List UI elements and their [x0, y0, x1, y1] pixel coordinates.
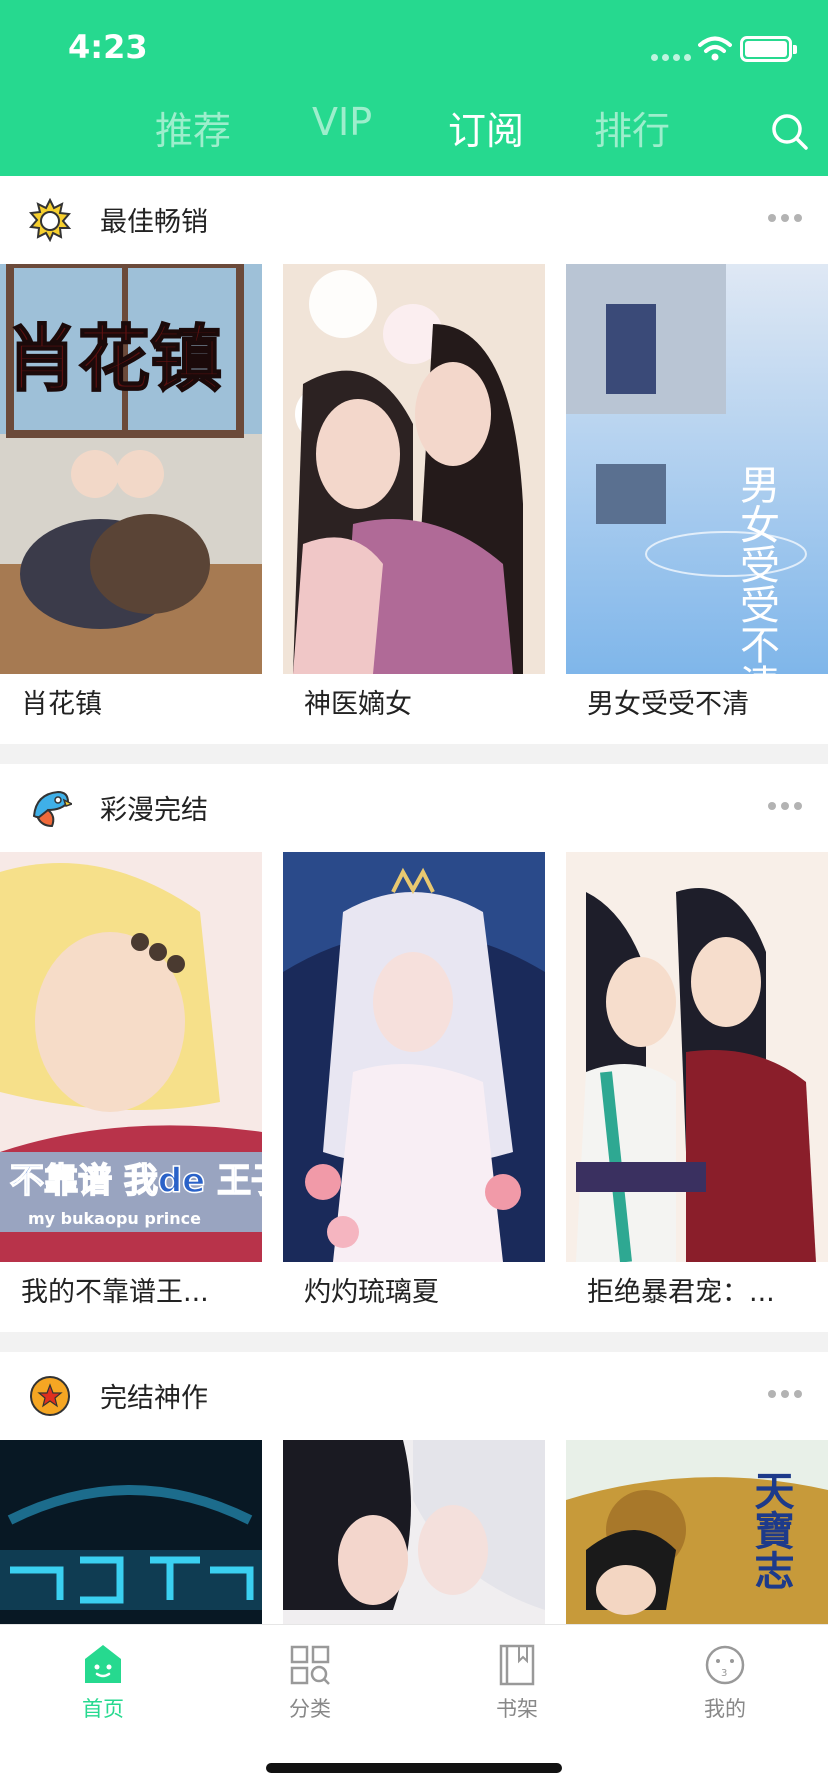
tabbar-profile[interactable]: 3 我的 — [675, 1643, 775, 1723]
section-color-completed: 彩漫完结 不靠谱 我de 王子殿下 my bukaopu prince 我的不靠… — [0, 764, 828, 1308]
tab-vip[interactable]: VIP — [312, 100, 372, 144]
cover-title-text: 男女受受不清 — [733, 464, 779, 674]
svg-text:3: 3 — [721, 1668, 727, 1679]
cellular-signal-icon — [651, 54, 691, 61]
tabbar-category[interactable]: 分类 — [260, 1643, 360, 1723]
comic-cover — [283, 852, 545, 1262]
wifi-icon — [698, 36, 732, 61]
star-ball-icon — [30, 1376, 70, 1416]
home-icon — [85, 1645, 121, 1683]
cover-title-text: 天寶志 — [748, 1470, 795, 1590]
cover-subtitle-text: my bukaopu prince — [28, 1209, 201, 1228]
tabbar-home[interactable]: 首页 — [53, 1643, 153, 1723]
more-icon[interactable] — [768, 1390, 802, 1398]
comic-title: 神医嫡女 — [304, 689, 412, 720]
comic-cover: 不靠谱 我de 王子殿下 my bukaopu prince — [0, 852, 262, 1262]
status-time: 4:23 — [68, 28, 148, 66]
section-title: 最佳畅销 — [100, 207, 208, 238]
comic-card[interactable]: 肖花镇 肖花镇 — [0, 264, 262, 720]
comic-title: 肖花镇 — [21, 689, 102, 720]
section-title: 完结神作 — [100, 1383, 208, 1414]
comic-card[interactable]: 神医嫡女 — [283, 264, 545, 720]
cover-title-text: 不靠谱 我de 王子殿下 — [10, 1161, 262, 1201]
parrot-icon — [32, 790, 72, 828]
tabbar-label: 我的 — [704, 1697, 746, 1721]
search-icon[interactable] — [770, 112, 810, 152]
comic-cover: 男女受受不清 — [566, 264, 828, 674]
tab-subscribe[interactable]: 订阅 — [448, 100, 524, 155]
section-header: 最佳畅销 — [0, 176, 828, 264]
more-icon[interactable] — [768, 802, 802, 810]
section-best-selling: 最佳畅销 肖花镇 肖花镇 神医嫡女 男女受受不清 男女受受不清 — [0, 176, 828, 720]
comic-title: 我的不靠谱王... — [21, 1277, 209, 1308]
tabbar-bookshelf[interactable]: 书架 — [467, 1643, 567, 1723]
comic-cover — [566, 852, 828, 1262]
top-header: 4:23 推荐 VIP 订阅 排行 — [0, 0, 828, 176]
tab-ranking[interactable]: 排行 — [594, 100, 670, 155]
comic-title: 男女受受不清 — [587, 689, 749, 720]
category-icon — [290, 1645, 330, 1685]
section-divider — [0, 1332, 828, 1352]
comic-title: 拒绝暴君宠：... — [587, 1277, 775, 1308]
tab-recommend[interactable]: 推荐 — [155, 100, 231, 155]
comic-title: 灼灼琉璃夏 — [304, 1277, 439, 1308]
comic-card[interactable]: 男女受受不清 男女受受不清 — [566, 264, 828, 720]
tabbar-label: 书架 — [496, 1697, 538, 1721]
bookshelf-icon — [499, 1644, 535, 1686]
sun-badge-icon — [29, 198, 72, 242]
cover-title-text: 肖花镇 — [6, 316, 222, 401]
tabbar-label: 首页 — [82, 1697, 124, 1721]
comic-card[interactable]: 拒绝暴君宠：... — [566, 852, 828, 1308]
profile-icon: 3 — [705, 1645, 745, 1685]
comic-cover: 肖花镇 — [0, 264, 262, 674]
section-divider — [0, 744, 828, 764]
comic-cover — [283, 264, 545, 674]
comic-card[interactable]: 不靠谱 我de 王子殿下 my bukaopu prince 我的不靠谱王... — [0, 852, 262, 1308]
section-title: 彩漫完结 — [100, 795, 208, 826]
tabbar-label: 分类 — [289, 1697, 331, 1721]
section-header: 完结神作 — [0, 1352, 828, 1440]
top-tabs: 推荐 VIP 订阅 排行 — [0, 100, 828, 160]
section-header: 彩漫完结 — [0, 764, 828, 852]
more-icon[interactable] — [768, 214, 802, 222]
home-indicator[interactable] — [266, 1763, 562, 1773]
comic-card[interactable]: 灼灼琉璃夏 — [283, 852, 545, 1308]
battery-icon — [740, 36, 797, 62]
